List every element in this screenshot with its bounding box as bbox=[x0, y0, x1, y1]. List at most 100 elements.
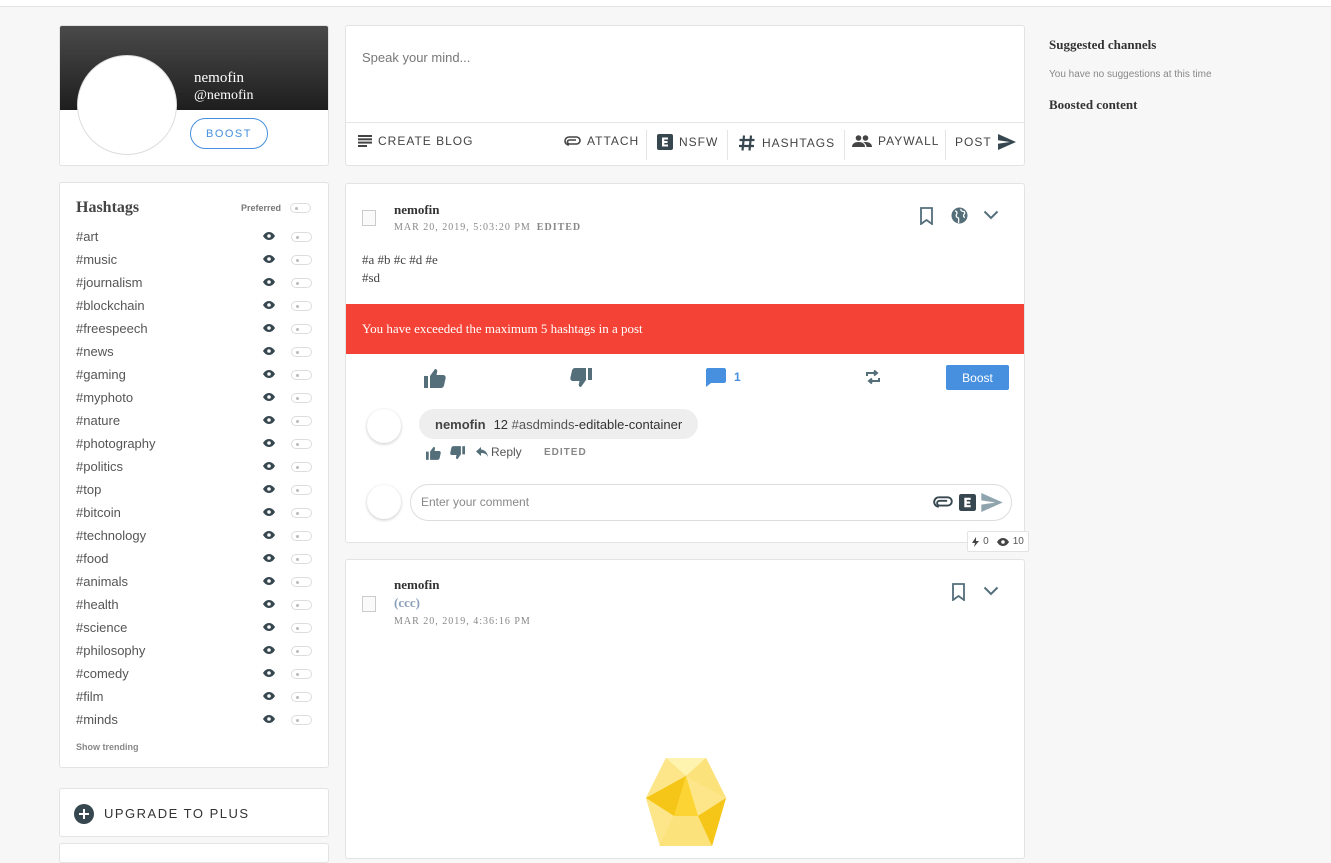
post-author[interactable]: nemofin bbox=[394, 202, 440, 218]
hashtag-toggle[interactable] bbox=[291, 531, 312, 541]
thumbs-up-icon[interactable] bbox=[424, 368, 446, 388]
comment-author[interactable]: nemofin bbox=[435, 417, 486, 432]
eye-icon[interactable] bbox=[263, 462, 275, 470]
hashtag-label[interactable]: #nature bbox=[76, 413, 120, 428]
chevron-down-icon[interactable] bbox=[983, 210, 999, 220]
remind-icon[interactable] bbox=[864, 369, 882, 385]
hashtag-label[interactable]: #science bbox=[76, 620, 127, 635]
hashtag-toggle[interactable] bbox=[291, 600, 312, 610]
hashtag-toggle[interactable] bbox=[291, 416, 312, 426]
eye-icon[interactable] bbox=[263, 416, 275, 424]
eye-icon[interactable] bbox=[263, 324, 275, 332]
hashtag-toggle[interactable] bbox=[291, 646, 312, 656]
hashtag-toggle[interactable] bbox=[291, 623, 312, 633]
hashtag-label[interactable]: #comedy bbox=[76, 666, 129, 681]
reply-button[interactable]: Reply bbox=[476, 445, 522, 459]
hashtag-toggle[interactable] bbox=[291, 577, 312, 587]
eye-icon[interactable] bbox=[263, 347, 275, 355]
bookmark-icon[interactable] bbox=[951, 583, 966, 601]
hashtag-label[interactable]: #photography bbox=[76, 436, 156, 451]
eye-icon[interactable] bbox=[263, 554, 275, 562]
hashtag-label[interactable]: #gaming bbox=[76, 367, 126, 382]
eye-icon[interactable] bbox=[263, 646, 275, 654]
hashtag-toggle[interactable] bbox=[291, 370, 312, 380]
hashtag-label[interactable]: #myphoto bbox=[76, 390, 133, 405]
hashtag-toggle[interactable] bbox=[291, 715, 312, 725]
hashtag-label[interactable]: #animals bbox=[76, 574, 128, 589]
attach-button[interactable]: ATTACH bbox=[564, 134, 639, 148]
hashtag-toggle[interactable] bbox=[291, 462, 312, 472]
hashtag-label[interactable]: #food bbox=[76, 551, 109, 566]
hashtag-label[interactable]: #health bbox=[76, 597, 119, 612]
eye-icon[interactable] bbox=[263, 508, 275, 516]
hashtag-label[interactable]: #freespeech bbox=[76, 321, 148, 336]
author-avatar-image[interactable] bbox=[362, 210, 376, 226]
eye-icon[interactable] bbox=[263, 301, 275, 309]
eye-icon[interactable] bbox=[263, 393, 275, 401]
hashtag-toggle[interactable] bbox=[291, 324, 312, 334]
thumbs-down-icon[interactable] bbox=[570, 368, 592, 388]
author-avatar-image[interactable] bbox=[362, 596, 376, 612]
hashtag-toggle[interactable] bbox=[291, 485, 312, 495]
eye-icon[interactable] bbox=[263, 370, 275, 378]
eye-icon[interactable] bbox=[263, 255, 275, 263]
eye-icon[interactable] bbox=[263, 715, 275, 723]
hashtag-toggle[interactable] bbox=[291, 439, 312, 449]
comment-hashtag[interactable]: #asdminds bbox=[512, 417, 575, 432]
preferred-toggle[interactable] bbox=[290, 203, 311, 213]
hashtag-label[interactable]: #art bbox=[76, 229, 98, 244]
post-author[interactable]: nemofin bbox=[394, 577, 440, 593]
avatar[interactable] bbox=[77, 55, 177, 155]
eye-icon[interactable] bbox=[263, 577, 275, 585]
upgrade-to-plus-button[interactable]: UPGRADE TO PLUS bbox=[59, 788, 329, 837]
post-button[interactable]: POST bbox=[955, 134, 1016, 150]
send-comment-icon[interactable] bbox=[981, 493, 1003, 512]
hashtag-toggle[interactable] bbox=[291, 232, 312, 242]
hashtag-label[interactable]: #philosophy bbox=[76, 643, 145, 658]
boost-post-button[interactable]: Boost bbox=[946, 365, 1009, 390]
hashtag-toggle[interactable] bbox=[291, 255, 312, 265]
comment-thumbs-down-icon[interactable] bbox=[450, 446, 465, 460]
eye-icon[interactable] bbox=[263, 600, 275, 608]
create-blog-button[interactable]: CREATE BLOG bbox=[358, 134, 473, 148]
hashtag-label[interactable]: #minds bbox=[76, 712, 118, 727]
globe-icon[interactable] bbox=[951, 207, 968, 224]
hashtag-label[interactable]: #top bbox=[76, 482, 101, 497]
eye-icon[interactable] bbox=[263, 669, 275, 677]
comment-input[interactable] bbox=[419, 494, 923, 510]
hashtag-label[interactable]: #film bbox=[76, 689, 103, 704]
composer-input[interactable]: Speak your mind... bbox=[362, 50, 470, 65]
hashtags-button[interactable]: HASHTAGS bbox=[738, 134, 835, 152]
eye-icon[interactable] bbox=[263, 623, 275, 631]
explicit-icon[interactable] bbox=[959, 494, 976, 511]
hashtag-toggle[interactable] bbox=[291, 347, 312, 357]
bookmark-icon[interactable] bbox=[919, 207, 934, 225]
hashtag-label[interactable]: #music bbox=[76, 252, 117, 267]
hashtag-toggle[interactable] bbox=[291, 393, 312, 403]
hashtag-toggle[interactable] bbox=[291, 554, 312, 564]
comment-icon[interactable] bbox=[706, 368, 726, 387]
hashtag-label[interactable]: #bitcoin bbox=[76, 505, 121, 520]
hashtag-toggle[interactable] bbox=[291, 508, 312, 518]
hashtag-label[interactable]: #blockchain bbox=[76, 298, 145, 313]
eye-icon[interactable] bbox=[263, 278, 275, 286]
comment-thumbs-up-icon[interactable] bbox=[426, 446, 441, 460]
nsfw-button[interactable]: NSFW bbox=[657, 134, 718, 150]
hashtag-toggle[interactable] bbox=[291, 692, 312, 702]
comment-count[interactable]: 1 bbox=[734, 370, 741, 384]
eye-icon[interactable] bbox=[263, 692, 275, 700]
hashtag-toggle[interactable] bbox=[291, 278, 312, 288]
post-date[interactable]: MAR 20, 2019, 5:03:20 PM bbox=[394, 222, 531, 233]
eye-icon[interactable] bbox=[263, 439, 275, 447]
profile-handle[interactable]: @nemofin bbox=[194, 88, 254, 104]
hashtag-label[interactable]: #politics bbox=[76, 459, 123, 474]
hashtag-label[interactable]: #news bbox=[76, 344, 114, 359]
eye-icon[interactable] bbox=[263, 232, 275, 240]
attachment-icon[interactable] bbox=[933, 496, 953, 508]
boost-button[interactable]: BOOST bbox=[190, 118, 268, 149]
profile-name[interactable]: nemofin bbox=[194, 70, 244, 87]
post-date[interactable]: MAR 20, 2019, 4:36:16 PM bbox=[394, 616, 531, 627]
hashtag-label[interactable]: #journalism bbox=[76, 275, 142, 290]
hashtag-toggle[interactable] bbox=[291, 669, 312, 679]
hashtag-label[interactable]: #technology bbox=[76, 528, 146, 543]
